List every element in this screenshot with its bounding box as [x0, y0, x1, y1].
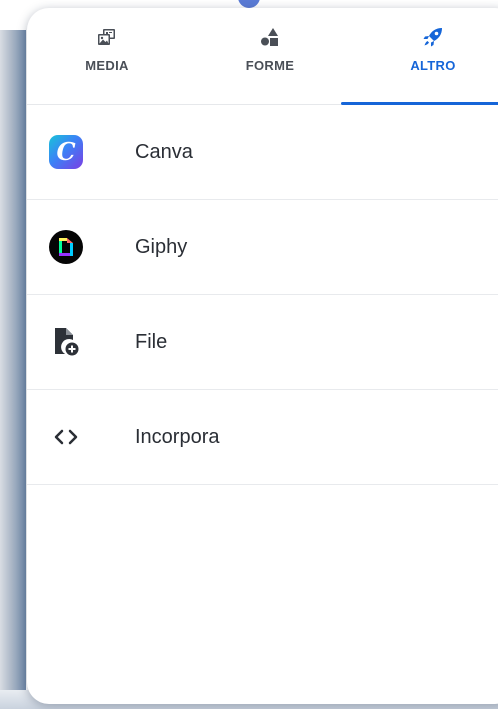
- list-item-incorpora[interactable]: Incorpora: [27, 390, 498, 485]
- giphy-icon: [49, 230, 83, 264]
- code-icon: [49, 420, 83, 454]
- list-item-giphy[interactable]: Giphy: [27, 200, 498, 295]
- canva-icon: C: [49, 135, 83, 169]
- list-item-label: Giphy: [135, 235, 188, 258]
- insert-panel: MEDIA FORME ALTRO C Canva Giphy File Inc…: [27, 8, 498, 704]
- backdrop-strip: [0, 30, 26, 709]
- list-item-label: File: [135, 330, 168, 353]
- list-item-label: Incorpora: [135, 425, 220, 448]
- media-icon: [96, 26, 118, 48]
- tab-altro[interactable]: ALTRO: [353, 8, 498, 104]
- tab-label: MEDIA: [85, 58, 129, 73]
- giphy-logo: [49, 230, 83, 264]
- tab-forme[interactable]: FORME: [187, 8, 353, 104]
- tab-media[interactable]: MEDIA: [27, 8, 187, 104]
- list-item-label: Canva: [135, 140, 193, 163]
- tab-label: FORME: [245, 58, 295, 73]
- file-add-icon: [49, 325, 83, 359]
- canva-logo: C: [49, 135, 83, 169]
- item-list: C Canva Giphy File Incorpora: [27, 105, 498, 485]
- list-item-file[interactable]: File: [27, 295, 498, 390]
- rocket-icon: [422, 26, 444, 48]
- tab-label: ALTRO: [410, 58, 456, 73]
- list-item-canva[interactable]: C Canva: [27, 105, 498, 200]
- shapes-icon: [259, 26, 281, 48]
- tab-bar: MEDIA FORME ALTRO: [27, 8, 498, 105]
